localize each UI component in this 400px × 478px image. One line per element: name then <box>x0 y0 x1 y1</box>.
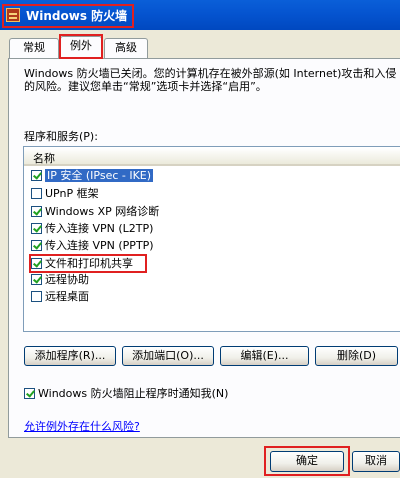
list-item[interactable]: 远程协助 <box>31 272 89 289</box>
tab-general[interactable]: 常规 <box>9 38 59 58</box>
list-item[interactable]: 远程桌面 <box>31 289 89 306</box>
list-item[interactable]: Windows XP 网络诊断 <box>31 204 159 221</box>
list-item-label: 远程桌面 <box>45 290 89 303</box>
item-checkbox[interactable] <box>31 188 42 199</box>
list-item-label: 传入连接 VPN (L2TP) <box>45 222 154 235</box>
tab-advanced[interactable]: 高级 <box>104 38 148 58</box>
edit-button[interactable]: 编辑(E)... <box>220 346 309 366</box>
column-header-label: 名称 <box>33 152 55 165</box>
item-checkbox[interactable] <box>31 170 42 181</box>
item-checkbox[interactable] <box>31 206 42 217</box>
add-program-button[interactable]: 添加程序(R)... <box>24 346 116 366</box>
title-highlight-box <box>2 4 134 28</box>
list-item[interactable]: 传入连接 VPN (PPTP) <box>31 238 154 255</box>
list-item[interactable]: IP 安全 (IPsec - IKE) <box>31 168 154 185</box>
exception-risk-link[interactable]: 允许例外存在什么风险? <box>24 418 140 434</box>
item-checkbox[interactable] <box>31 291 42 302</box>
list-item-label: 传入连接 VPN (PPTP) <box>45 239 154 252</box>
list-item-label: UPnP 框架 <box>45 187 99 200</box>
notify-label: Windows 防火墙阻止程序时通知我(N) <box>38 387 229 400</box>
list-item[interactable]: UPnP 框架 <box>31 186 99 203</box>
programs-label: 程序和服务(P): <box>24 130 98 143</box>
item-checkbox[interactable] <box>31 240 42 251</box>
add-port-button[interactable]: 添加端口(O)... <box>122 346 214 366</box>
ok-highlight-box <box>264 446 350 476</box>
notify-option[interactable]: Windows 防火墙阻止程序时通知我(N) <box>24 385 228 401</box>
item-checkbox[interactable] <box>31 223 42 234</box>
list-item-label: 远程协助 <box>45 273 89 286</box>
notify-checkbox[interactable] <box>24 388 35 399</box>
cancel-button[interactable]: 取消 <box>352 451 400 472</box>
list-item-label: Windows XP 网络诊断 <box>45 205 160 218</box>
list-item-label: IP 安全 (IPsec - IKE) <box>45 169 154 182</box>
column-header-name[interactable]: 名称 <box>24 148 400 166</box>
item-highlight-box <box>29 254 147 273</box>
list-item[interactable]: 传入连接 VPN (L2TP) <box>31 221 153 238</box>
delete-button[interactable]: 删除(D) <box>315 346 398 366</box>
firewall-off-warning: Windows 防火墙已关闭。您的计算机存在被外部源(如 Internet)攻击… <box>24 67 397 93</box>
tab-highlight-box <box>59 34 103 59</box>
item-checkbox[interactable] <box>31 274 42 285</box>
